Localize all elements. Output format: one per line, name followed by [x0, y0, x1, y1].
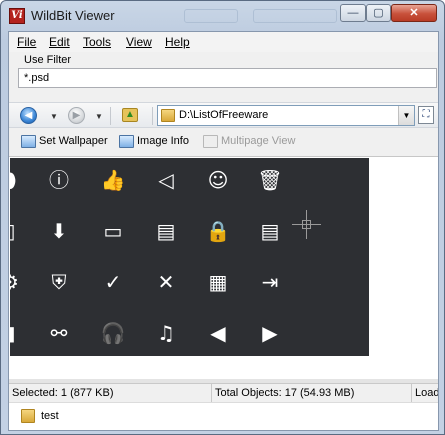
- filter-label: Use Filter: [24, 54, 72, 66]
- monitor-icon: [21, 135, 36, 148]
- folder-list: test: [9, 402, 438, 430]
- multipage-view-label: Multipage View: [221, 135, 296, 147]
- back-history-dropdown[interactable]: ▼: [50, 112, 58, 121]
- navigation-bar: ◀ ▼ ▶ ▼ ▲ D:\ListOfFreeware ▼ ⛶: [9, 102, 438, 128]
- image-preview[interactable]: ⬮ ⓘ 👍 ◁ ☺ 🗑 ▯ ⬇ ▭ ▤ 🔒 ▤ ⚙ ⛨ ✓ ✕ ▦ ⇥ ▮ ⚯ 🎧 ♫ ◀ ▶: [10, 158, 369, 356]
- crosshair-cursor-icon: [292, 210, 321, 239]
- settings-icon: ⚙: [10, 265, 27, 299]
- path-dropdown-button[interactable]: ▼: [398, 106, 414, 125]
- image-info-label: Image Info: [137, 135, 189, 147]
- title-bar[interactable]: Vi WildBit Viewer — ▢ ✕: [1, 1, 444, 31]
- forward-arrow-icon[interactable]: ▶: [68, 107, 85, 124]
- title-bar-ghost-tab: [253, 9, 337, 23]
- music-icon: ♫: [157, 321, 175, 345]
- back-arrow-icon[interactable]: ◀: [20, 107, 37, 124]
- trash-icon: 🗑: [257, 168, 283, 192]
- info-icon: ⓘ: [49, 168, 69, 192]
- image-info-button[interactable]: Image Info: [119, 135, 189, 151]
- play-left-icon: ◀: [210, 321, 226, 345]
- status-total-objects: Total Objects: 17 (54.93 MB): [212, 384, 412, 402]
- info-icon: [119, 135, 134, 148]
- menu-file[interactable]: File: [17, 35, 36, 49]
- image-toolbar: Set Wallpaper Image Info Multipage View: [9, 131, 438, 155]
- menu-bar: File Edit Tools View Help: [9, 32, 438, 52]
- set-wallpaper-button[interactable]: Set Wallpaper: [21, 135, 108, 151]
- status-loading: Load: [415, 387, 438, 399]
- window-title: WildBit Viewer: [31, 8, 115, 23]
- app-logo-icon[interactable]: Vi: [9, 8, 25, 24]
- menu-view[interactable]: View: [126, 35, 152, 49]
- pages-icon: [203, 135, 218, 148]
- forward-history-dropdown[interactable]: ▼: [95, 112, 103, 121]
- fit-to-window-icon[interactable]: ⛶: [418, 106, 434, 124]
- speaker-icon: ◁: [158, 168, 174, 192]
- client-area: File Edit Tools View Help Use Filter *.p…: [8, 31, 439, 431]
- folder-icon: [21, 409, 35, 423]
- minimize-button[interactable]: —: [340, 4, 366, 22]
- folder-up-icon[interactable]: ▲: [122, 108, 138, 122]
- check-icon: ✓: [104, 270, 122, 294]
- menu-help[interactable]: Help: [165, 35, 190, 49]
- link-icon: ⚯: [50, 321, 68, 345]
- close-icon: ✕: [157, 270, 175, 294]
- lock-icon: 🔒: [205, 219, 231, 243]
- path-combobox[interactable]: D:\ListOfFreeware ▼: [157, 105, 415, 126]
- status-selected: Selected: 1 (877 KB): [9, 384, 212, 402]
- toolbar-separator: [152, 107, 153, 125]
- title-bar-ghost-tab: [184, 9, 238, 23]
- folder-item-test[interactable]: test: [41, 410, 59, 422]
- note-icon: ▤: [260, 219, 280, 243]
- app-window: Vi WildBit Viewer — ▢ ✕ File Edit Tools …: [0, 0, 445, 435]
- maximize-button[interactable]: ▢: [366, 4, 391, 22]
- close-button[interactable]: ✕: [391, 4, 437, 22]
- battery-icon: ▮: [10, 316, 27, 350]
- play-right-icon: ▶: [262, 321, 278, 345]
- folder-icon: [161, 109, 175, 122]
- menu-tools[interactable]: Tools: [83, 35, 111, 49]
- image-viewport[interactable]: ⬮ ⓘ 👍 ◁ ☺ 🗑 ▯ ⬇ ▭ ▤ 🔒 ▤ ⚙ ⛨ ✓ ✕ ▦ ⇥ ▮ ⚯ 🎧 ♫ ◀ ▶: [9, 156, 438, 379]
- crosshair-center: [302, 220, 311, 229]
- grid-icon: ▦: [208, 270, 228, 294]
- pin-icon: ⬮: [10, 163, 27, 197]
- chat-icon: ▤: [156, 219, 176, 243]
- path-text[interactable]: D:\ListOfFreeware: [179, 109, 268, 121]
- download-folder-icon: ⬇: [50, 219, 68, 243]
- set-wallpaper-label: Set Wallpaper: [39, 135, 108, 147]
- thumbs-up-icon: 👍: [100, 168, 126, 192]
- menu-edit[interactable]: Edit: [49, 35, 70, 49]
- shield-icon: ⛨: [51, 270, 67, 294]
- status-bar: Selected: 1 (877 KB) Total Objects: 17 (…: [9, 383, 438, 402]
- smiley-icon: ☺: [207, 168, 229, 192]
- multipage-view-button[interactable]: Multipage View: [203, 135, 295, 151]
- toolbar-separator: [110, 107, 111, 125]
- headphones-icon: 🎧: [100, 321, 126, 345]
- folder-icon: ▭: [103, 219, 123, 243]
- filter-input[interactable]: *.psd: [18, 68, 437, 88]
- export-icon: ⇥: [261, 270, 279, 294]
- contact-icon: ▯: [10, 214, 27, 248]
